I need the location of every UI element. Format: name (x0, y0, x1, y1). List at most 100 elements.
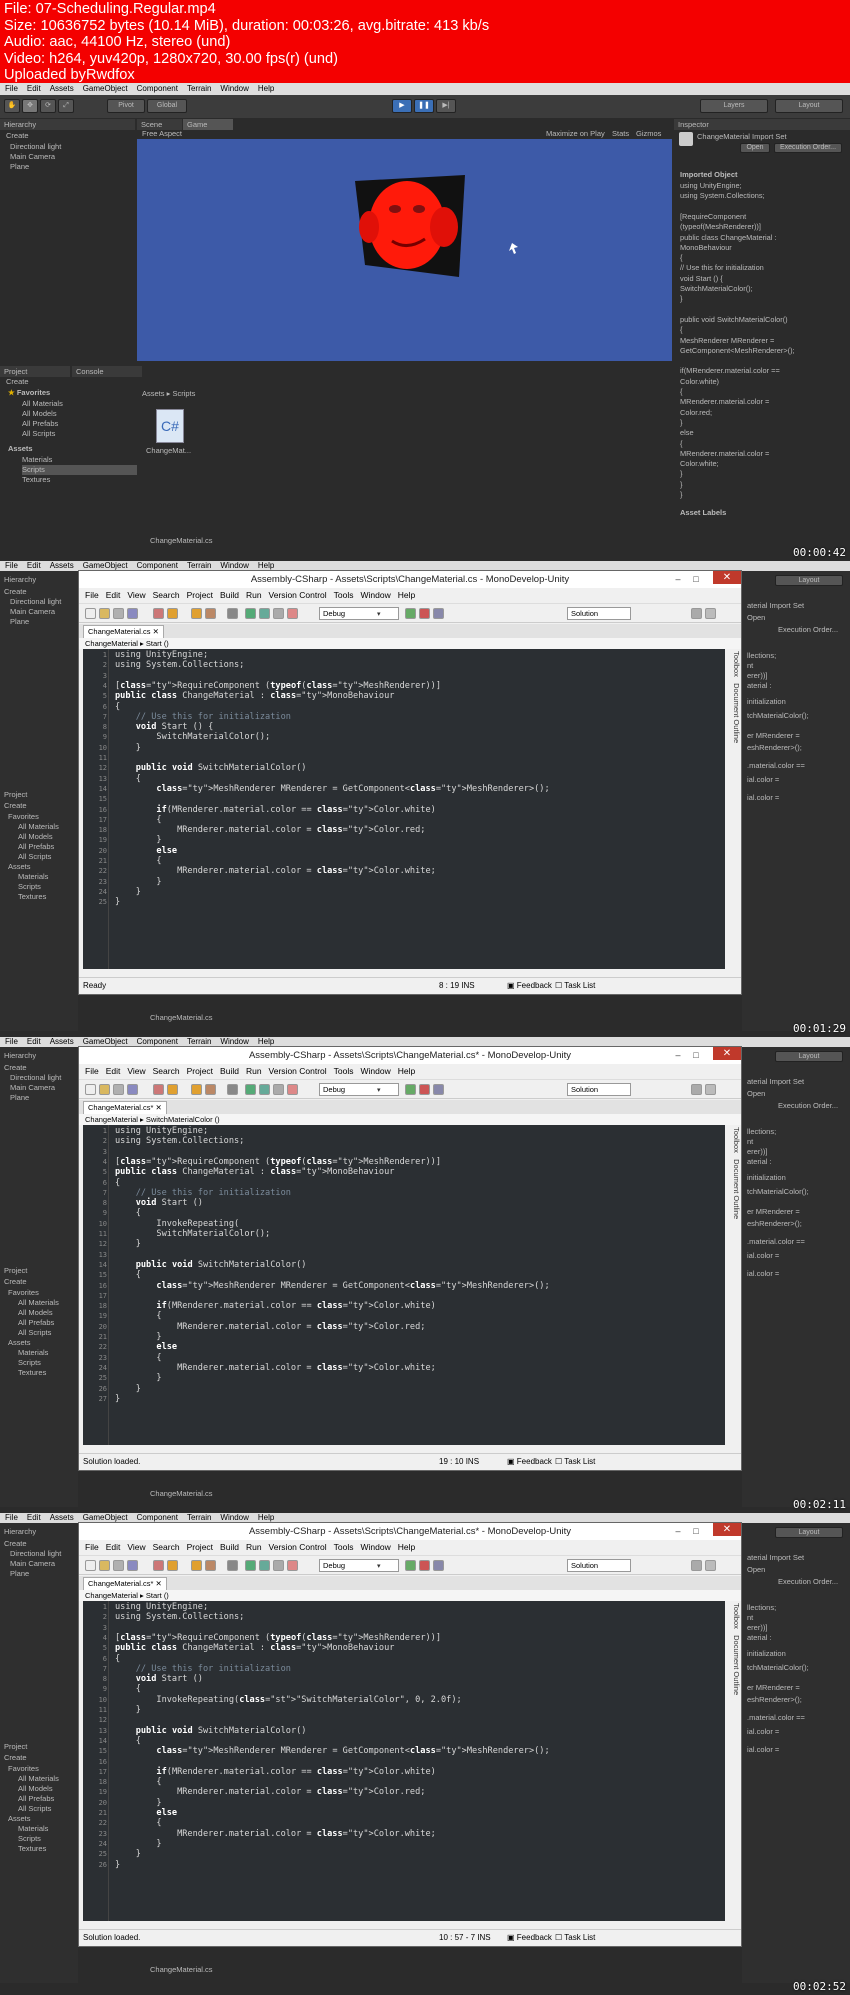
copy-icon[interactable] (205, 608, 216, 619)
minimize-icon[interactable]: – (673, 1526, 683, 1536)
code-editor[interactable]: 1 using UnityEngine; 2 using System.Collect… (83, 649, 725, 969)
code-line[interactable]: { (115, 1684, 141, 1694)
pad-layout-icon[interactable] (691, 1084, 702, 1095)
code-line[interactable]: InvokeRepeating( (115, 1219, 239, 1229)
breadcrumb-class[interactable]: ChangeMaterial ▸ (85, 639, 144, 648)
code-line[interactable]: class="ty">MeshRenderer MRenderer = GetC… (115, 784, 549, 794)
undo-icon[interactable] (153, 608, 164, 619)
hierarchy-bg-item[interactable]: Directional light (10, 1073, 61, 1083)
code-line[interactable]: MRenderer.material.color = class="ty">Co… (115, 1787, 425, 1797)
task-list-button[interactable]: ☐ Task List (555, 1930, 595, 1946)
project-bg-item[interactable]: Textures (18, 1368, 46, 1378)
menu-item[interactable]: GameObject (83, 1513, 128, 1522)
stop-icon[interactable] (419, 1560, 430, 1571)
project-bg-item[interactable]: Project (4, 790, 27, 800)
menu-help[interactable]: Help (258, 84, 274, 93)
free-aspect-dropdown[interactable]: Free Aspect (142, 129, 182, 139)
code-line[interactable]: public void SwitchMaterialColor() (115, 763, 307, 773)
open-button[interactable]: Open (740, 143, 770, 153)
open-file-icon[interactable] (99, 1084, 110, 1095)
md-menu-item[interactable]: Run (246, 1542, 262, 1552)
code-line[interactable]: } (115, 1332, 161, 1342)
side-pads[interactable]: Toolbox Document Outline (731, 1127, 741, 1219)
hierarchy-bg-item[interactable]: Main Camera (10, 607, 55, 617)
hierarchy-bg-item[interactable]: Plane (10, 1569, 29, 1579)
project-bg-item[interactable]: Create (4, 1753, 27, 1763)
asset-folder-item[interactable]: Scripts (22, 465, 137, 475)
project-bg-item[interactable]: Textures (18, 892, 46, 902)
replace-icon[interactable] (273, 1084, 284, 1095)
hierarchy-bg-item[interactable]: Directional light (10, 597, 61, 607)
menu-item[interactable]: Terrain (187, 1513, 211, 1522)
project-bg-item[interactable]: Materials (18, 1348, 48, 1358)
code-line[interactable]: class="ty">MeshRenderer MRenderer = GetC… (115, 1281, 549, 1291)
project-bg-item[interactable]: Favorites (8, 1288, 39, 1298)
find-icon[interactable] (245, 608, 256, 619)
inspector-tab[interactable]: Inspector (674, 119, 850, 130)
project-bg-item[interactable]: Materials (18, 872, 48, 882)
configuration-select[interactable]: Debug (319, 607, 399, 620)
code-editor[interactable]: 1 using UnityEngine; 2 using System.Collect… (83, 1601, 725, 1921)
md-menu-item[interactable]: Edit (106, 1066, 121, 1076)
fullscreen-icon[interactable] (705, 608, 716, 619)
build-icon[interactable] (287, 608, 298, 619)
feedback-button[interactable]: ▣ Feedback (507, 1454, 552, 1470)
hierarchy-bg-item[interactable]: Directional light (10, 1549, 61, 1559)
project-bg-item[interactable]: Favorites (8, 1764, 39, 1774)
minimize-icon[interactable]: – (673, 1050, 683, 1060)
menu-item[interactable]: Help (258, 1037, 274, 1046)
md-menu-item[interactable]: Build (220, 590, 239, 600)
code-line[interactable]: public class ChangeMaterial : class="ty"… (115, 691, 394, 701)
project-bg-item[interactable]: Create (4, 801, 27, 811)
code-line[interactable]: } (115, 887, 141, 897)
code-line[interactable]: } (115, 743, 141, 753)
code-line[interactable]: using System.Collections; (115, 660, 244, 670)
redo-icon[interactable] (167, 1560, 178, 1571)
code-line[interactable]: { (115, 1353, 161, 1363)
code-line[interactable]: public void SwitchMaterialColor() (115, 1726, 307, 1736)
code-line[interactable]: [class="ty">RequireComponent (typeof(cla… (115, 1633, 441, 1643)
md-menu-item[interactable]: Window (361, 1066, 391, 1076)
attach-icon[interactable] (433, 608, 444, 619)
code-line[interactable]: SwitchMaterialColor(); (115, 732, 270, 742)
paste-icon[interactable] (227, 1560, 238, 1571)
task-list-button[interactable]: ☐ Task List (555, 978, 595, 994)
code-line[interactable]: public void SwitchMaterialColor() (115, 1260, 307, 1270)
project-bg-item[interactable]: Project (4, 1742, 27, 1752)
md-menu-item[interactable]: Project (187, 1542, 213, 1552)
console-tab[interactable]: Console (72, 366, 142, 377)
maximize-icon[interactable]: □ (691, 574, 701, 584)
project-bg-item[interactable]: Favorites (8, 812, 39, 822)
menu-item[interactable]: GameObject (83, 561, 128, 570)
code-line[interactable]: using System.Collections; (115, 1612, 244, 1622)
md-menu-item[interactable]: Edit (106, 590, 121, 600)
asset-folder-item[interactable]: Textures (22, 475, 50, 485)
close-icon[interactable]: ✕ (713, 571, 741, 584)
minimize-icon[interactable]: – (673, 574, 683, 584)
pad-layout-icon[interactable] (691, 608, 702, 619)
code-line[interactable]: } (115, 877, 161, 887)
code-line[interactable]: { (115, 1818, 161, 1828)
code-line[interactable]: { (115, 1208, 141, 1218)
new-file-icon[interactable] (85, 608, 96, 619)
project-bg-item[interactable]: All Materials (18, 1298, 59, 1308)
md-menu-item[interactable]: Project (187, 1066, 213, 1076)
project-bg-item[interactable]: Textures (18, 1844, 46, 1854)
breadcrumb-class[interactable]: ChangeMaterial ▸ (85, 1115, 144, 1124)
layout-dropdown-bg[interactable]: Layout (775, 1051, 843, 1062)
md-menu-item[interactable]: View (127, 1542, 145, 1552)
breadcrumb-member[interactable]: SwitchMaterialColor () (146, 1115, 220, 1124)
project-bg-item[interactable]: All Models (18, 832, 53, 842)
code-line[interactable]: { (115, 1654, 120, 1664)
code-line[interactable]: else (115, 846, 177, 856)
undo-icon[interactable] (153, 1560, 164, 1571)
chevron-down-icon[interactable]: ▾ (377, 1086, 381, 1094)
project-bg-item[interactable]: Scripts (18, 1834, 41, 1844)
project-bg-item[interactable]: All Models (18, 1784, 53, 1794)
save-icon[interactable] (113, 1560, 124, 1571)
code-line[interactable]: if(MRenderer.material.color == class="ty… (115, 1301, 435, 1311)
hierarchy-bg-item[interactable]: Create (4, 1539, 27, 1549)
code-line[interactable]: } (115, 1373, 161, 1383)
undo-icon[interactable] (153, 1084, 164, 1095)
execution-order-button[interactable]: Execution Order... (774, 143, 842, 153)
